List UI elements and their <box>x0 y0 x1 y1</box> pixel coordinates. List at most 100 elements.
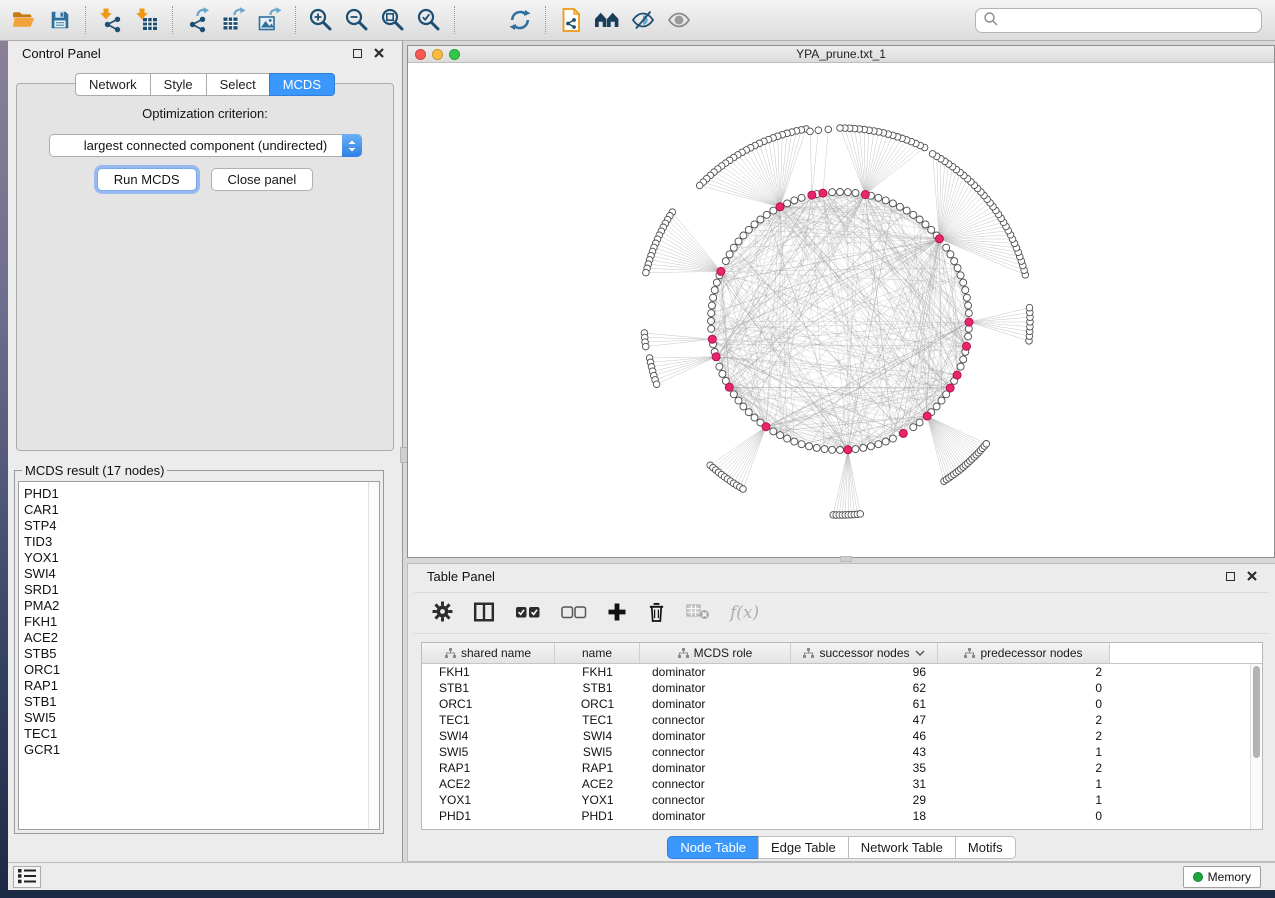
table-cell[interactable]: 29 <box>791 792 938 808</box>
close-table-panel-button[interactable] <box>1243 567 1261 585</box>
table-cell[interactable]: PHD1 <box>422 808 555 824</box>
import-table-button[interactable] <box>129 3 165 37</box>
clear-table-button[interactable] <box>686 598 710 628</box>
deselect-all-button[interactable] <box>561 598 587 628</box>
tab-style[interactable]: Style <box>150 73 207 96</box>
mcds-result-item[interactable]: PMA2 <box>24 598 379 614</box>
function-builder-button[interactable]: f(x) <box>730 598 759 628</box>
network-window-titlebar[interactable]: YPA_prune.txt_1 <box>408 46 1274 63</box>
table-cell[interactable]: TEC1 <box>422 712 555 728</box>
search-input[interactable] <box>999 11 1261 31</box>
apply-layout-button[interactable] <box>502 3 538 37</box>
table-scrollbar[interactable] <box>1250 664 1262 829</box>
table-cell[interactable]: RAP1 <box>422 760 555 776</box>
table-cell[interactable]: dominator <box>640 680 791 696</box>
table-cell[interactable]: 47 <box>791 712 938 728</box>
float-table-panel-button[interactable] <box>1221 567 1239 585</box>
select-all-button[interactable] <box>515 598 541 628</box>
table-cell[interactable]: 35 <box>791 760 938 776</box>
table-cell[interactable]: TEC1 <box>555 712 640 728</box>
import-network-button[interactable] <box>93 3 129 37</box>
zoom-selected-button[interactable] <box>411 3 447 37</box>
run-mcds-button[interactable]: Run MCDS <box>97 168 197 191</box>
column-header-successor-nodes[interactable]: successor nodes <box>791 643 938 663</box>
delete-column-button[interactable] <box>647 598 666 628</box>
show-all-button[interactable] <box>661 3 697 37</box>
column-header-name[interactable]: name <box>555 643 640 663</box>
table-cell[interactable]: SWI4 <box>422 728 555 744</box>
table-cell[interactable]: ORC1 <box>555 696 640 712</box>
open-file-button[interactable] <box>6 3 42 37</box>
table-cell[interactable]: YOX1 <box>555 792 640 808</box>
table-cell[interactable]: dominator <box>640 696 791 712</box>
zoom-fit-button[interactable] <box>375 3 411 37</box>
criterion-dropdown[interactable]: largest connected component (undirected) <box>49 134 362 157</box>
table-row[interactable]: PHD1PHD1dominator180 <box>422 808 1262 824</box>
mcds-result-item[interactable]: RAP1 <box>24 678 379 694</box>
table-cell[interactable]: 2 <box>938 760 1110 776</box>
mcds-result-item[interactable]: PHD1 <box>24 486 379 502</box>
mcds-result-item[interactable]: YOX1 <box>24 550 379 566</box>
table-cell[interactable]: 2 <box>938 728 1110 744</box>
table-cell[interactable]: ACE2 <box>555 776 640 792</box>
table-cell[interactable]: 0 <box>938 696 1110 712</box>
table-cell[interactable]: ORC1 <box>422 696 555 712</box>
mcds-result-item[interactable]: TID3 <box>24 534 379 550</box>
table-row[interactable]: SWI4SWI4dominator462 <box>422 728 1262 744</box>
close-panel-button[interactable] <box>370 44 388 62</box>
mcds-result-item[interactable]: SWI5 <box>24 710 379 726</box>
tab-mcds[interactable]: MCDS <box>269 73 335 96</box>
table-cell[interactable]: SWI4 <box>555 728 640 744</box>
tab-motifs[interactable]: Motifs <box>955 836 1016 859</box>
table-cell[interactable]: 43 <box>791 744 938 760</box>
mcds-result-item[interactable]: GCR1 <box>24 742 379 758</box>
table-row[interactable]: TEC1TEC1connector472 <box>422 712 1262 728</box>
table-row[interactable]: SWI5SWI5connector431 <box>422 744 1262 760</box>
column-header-mcds-role[interactable]: MCDS role <box>640 643 791 663</box>
mcds-result-item[interactable]: SRD1 <box>24 582 379 598</box>
table-cell[interactable]: RAP1 <box>555 760 640 776</box>
table-cell[interactable]: SWI5 <box>555 744 640 760</box>
task-history-button[interactable] <box>13 866 41 888</box>
table-cell[interactable]: 0 <box>938 808 1110 824</box>
table-cell[interactable]: dominator <box>640 664 791 680</box>
search-box[interactable] <box>975 8 1262 33</box>
open-network-file-button[interactable] <box>553 3 589 37</box>
table-cell[interactable]: SWI5 <box>422 744 555 760</box>
tab-node-table[interactable]: Node Table <box>667 836 759 859</box>
table-row[interactable]: YOX1YOX1connector291 <box>422 792 1262 808</box>
tab-network[interactable]: Network <box>75 73 151 96</box>
tab-network-table[interactable]: Network Table <box>848 836 956 859</box>
network-graph[interactable] <box>408 63 1274 557</box>
mcds-result-item[interactable]: STB5 <box>24 646 379 662</box>
table-cell[interactable]: 1 <box>938 792 1110 808</box>
mcds-result-item[interactable]: SWI4 <box>24 566 379 582</box>
table-cell[interactable]: 1 <box>938 744 1110 760</box>
table-cell[interactable]: connector <box>640 776 791 792</box>
export-table-button[interactable] <box>216 3 252 37</box>
export-image-button[interactable] <box>252 3 288 37</box>
table-row[interactable]: STB1STB1dominator620 <box>422 680 1262 696</box>
table-cell[interactable]: STB1 <box>555 680 640 696</box>
table-cell[interactable]: 62 <box>791 680 938 696</box>
mcds-result-item[interactable]: STB1 <box>24 694 379 710</box>
mcds-result-item[interactable]: ACE2 <box>24 630 379 646</box>
table-cell[interactable]: 46 <box>791 728 938 744</box>
save-session-button[interactable] <box>42 3 78 37</box>
table-row[interactable]: ORC1ORC1dominator610 <box>422 696 1262 712</box>
table-cell[interactable]: FKH1 <box>422 664 555 680</box>
mcds-list-scrollbar[interactable] <box>368 482 379 829</box>
mcds-result-item[interactable]: FKH1 <box>24 614 379 630</box>
network-canvas[interactable] <box>408 63 1274 557</box>
table-cell[interactable]: PHD1 <box>555 808 640 824</box>
scrollbar-thumb[interactable] <box>1253 666 1260 758</box>
table-cell[interactable]: 2 <box>938 664 1110 680</box>
add-column-button[interactable] <box>607 598 627 628</box>
table-cell[interactable]: 0 <box>938 680 1110 696</box>
table-cell[interactable]: 1 <box>938 776 1110 792</box>
memory-button[interactable]: Memory <box>1183 866 1261 888</box>
table-row[interactable]: ACE2ACE2connector311 <box>422 776 1262 792</box>
close-panel-button-mcds[interactable]: Close panel <box>211 168 314 191</box>
show-columns-button[interactable] <box>473 598 495 628</box>
table-cell[interactable]: YOX1 <box>422 792 555 808</box>
